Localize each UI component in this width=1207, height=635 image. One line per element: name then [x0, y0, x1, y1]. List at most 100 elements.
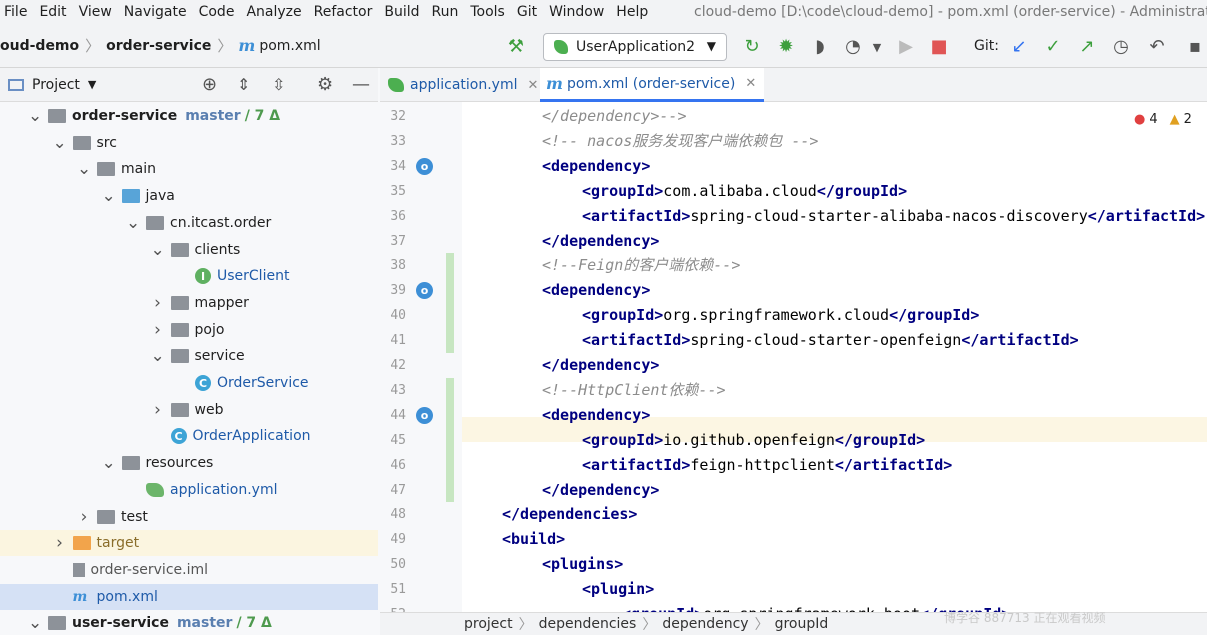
- vcs-change-marker[interactable]: [446, 253, 454, 353]
- minimize-icon[interactable]: —: [352, 74, 370, 95]
- tree-item[interactable]: ⌄ user-service master/ 7 Δ: [0, 610, 378, 635]
- maven-dependency-gutter-icon[interactable]: o: [416, 157, 433, 175]
- line-number: 49: [390, 532, 406, 548]
- menu-run[interactable]: Run: [426, 0, 465, 24]
- chevron-right-icon[interactable]: ›: [151, 293, 165, 313]
- code-line: <artifactId>spring-cloud-starter-openfei…: [462, 328, 1207, 353]
- close-icon[interactable]: ✕: [528, 78, 539, 93]
- tree-item[interactable]: m pom.xml: [0, 583, 378, 610]
- menu-help[interactable]: Help: [610, 0, 654, 24]
- tree-item[interactable]: ⌄ java: [0, 183, 378, 209]
- spring-yml-icon: [388, 78, 404, 92]
- tree-item[interactable]: ⌄ cn.itcast.order: [0, 210, 378, 236]
- tree-item-label: cn.itcast.order: [170, 214, 272, 231]
- line-number: 47: [390, 482, 406, 498]
- coverage-icon[interactable]: ◗: [809, 36, 831, 58]
- line-number: 36: [390, 208, 406, 224]
- project-view-selector[interactable]: Project: [32, 77, 80, 93]
- git-update-icon[interactable]: ↙: [1008, 36, 1030, 58]
- menu-git[interactable]: Git: [511, 0, 543, 24]
- line-number: 35: [390, 183, 406, 199]
- collapse-all-icon[interactable]: ⇳: [272, 75, 285, 94]
- chevron-down-icon[interactable]: ⌄: [77, 161, 91, 178]
- chevron-down-icon[interactable]: ⌄: [28, 615, 42, 632]
- tree-item[interactable]: order-service.iml: [0, 557, 378, 583]
- gear-icon[interactable]: ⚙: [317, 74, 333, 95]
- expand-all-icon[interactable]: ⇕: [237, 75, 250, 94]
- chevron-right-icon[interactable]: ›: [151, 400, 165, 420]
- chevron-down-icon[interactable]: ⌄: [126, 214, 140, 231]
- rollback-icon[interactable]: ↶: [1146, 36, 1168, 58]
- chevron-down-icon[interactable]: ⌄: [102, 188, 116, 205]
- tree-item[interactable]: › target: [0, 530, 378, 557]
- tree-item[interactable]: C OrderApplication: [0, 423, 378, 449]
- maven-icon: m: [238, 36, 256, 55]
- chevron-down-icon[interactable]: ⌄: [151, 348, 165, 365]
- locate-icon[interactable]: ⊕: [202, 74, 217, 95]
- git-commit-icon[interactable]: ✓: [1042, 36, 1064, 58]
- menu-window[interactable]: Window: [543, 0, 610, 24]
- chevron-right-icon[interactable]: ›: [53, 533, 67, 553]
- git-push-icon[interactable]: ↗: [1076, 36, 1098, 58]
- menu-view[interactable]: View: [73, 0, 118, 24]
- menu-code[interactable]: Code: [193, 0, 241, 24]
- build-hammer-icon[interactable]: ⚒: [505, 36, 527, 58]
- tree-item-label: OrderService: [217, 375, 309, 391]
- chevron-down-icon: ▼: [706, 39, 716, 53]
- code-editor[interactable]: ● 4 ▲ 2 </dependency>--> <!-- nacos服务发现客户…: [462, 102, 1207, 612]
- tree-item[interactable]: › pojo: [0, 317, 378, 343]
- tree-item[interactable]: › test: [0, 504, 378, 530]
- tree-item[interactable]: ⌄ resources: [0, 450, 378, 476]
- menu-refactor[interactable]: Refactor: [308, 0, 379, 24]
- breadcrumb-file[interactable]: pom.xml: [259, 38, 320, 54]
- chevron-down-icon[interactable]: ⌄: [28, 108, 42, 125]
- menu-file[interactable]: File: [0, 0, 33, 24]
- tree-item[interactable]: ⌄ order-service master/ 7 Δ: [0, 103, 378, 129]
- vcs-change-marker[interactable]: [446, 377, 454, 503]
- chevron-down-icon[interactable]: ▼: [866, 36, 888, 58]
- folder-icon: [72, 135, 91, 150]
- chevron-down-icon[interactable]: ▼: [88, 78, 96, 91]
- tree-item[interactable]: ⌄ main: [0, 156, 378, 182]
- xml-breadcrumb-item[interactable]: groupId: [775, 616, 829, 632]
- tab-pom-xml[interactable]: m pom.xml (order-service) ✕: [540, 68, 765, 102]
- tree-item[interactable]: › web: [0, 397, 378, 423]
- package-icon: [170, 349, 189, 364]
- breadcrumb-module[interactable]: order-service: [106, 38, 211, 54]
- history-icon[interactable]: ◷: [1110, 36, 1132, 58]
- tree-item-label: java: [145, 188, 175, 205]
- chevron-right-icon[interactable]: ›: [151, 320, 165, 340]
- menu-edit[interactable]: Edit: [33, 0, 72, 24]
- xml-breadcrumb-item[interactable]: dependencies: [539, 616, 637, 632]
- close-icon[interactable]: ✕: [745, 76, 756, 91]
- run-configuration-select[interactable]: UserApplication2 ▼: [543, 33, 727, 61]
- window-title: cloud-demo [D:\code\cloud-demo] - pom.xm…: [694, 4, 1207, 20]
- menu-tools[interactable]: Tools: [464, 0, 511, 24]
- tree-item[interactable]: ⌄ service: [0, 343, 378, 369]
- project-window-icon: [8, 78, 24, 91]
- menu-navigate[interactable]: Navigate: [118, 0, 193, 24]
- more-icon[interactable]: ▪: [1184, 36, 1206, 58]
- chevron-down-icon[interactable]: ⌄: [53, 134, 67, 151]
- tree-item[interactable]: › mapper: [0, 290, 378, 316]
- chevron-right-icon[interactable]: ›: [77, 507, 91, 527]
- chevron-down-icon[interactable]: ⌄: [102, 455, 116, 472]
- breadcrumb-project[interactable]: oud-demo: [0, 38, 79, 54]
- menu-build[interactable]: Build: [378, 0, 425, 24]
- xml-breadcrumb-item[interactable]: project: [464, 616, 513, 632]
- tree-item[interactable]: C OrderService: [0, 370, 378, 396]
- code-line: <!--HttpClient依赖-->: [462, 378, 1207, 403]
- xml-breadcrumb-item[interactable]: dependency: [662, 616, 748, 632]
- tree-item[interactable]: ⌄ src: [0, 130, 378, 156]
- chevron-down-icon[interactable]: ⌄: [151, 241, 165, 258]
- tree-item[interactable]: application.yml: [0, 477, 378, 503]
- menu-analyze[interactable]: Analyze: [240, 0, 307, 24]
- debug-icon[interactable]: ✹: [775, 36, 797, 58]
- tree-item[interactable]: I UserClient: [0, 263, 378, 289]
- tab-application-yml[interactable]: application.yml ✕: [388, 68, 538, 102]
- rerun-icon[interactable]: ↻: [741, 36, 763, 58]
- maven-dependency-gutter-icon[interactable]: o: [416, 406, 433, 424]
- stop-icon[interactable]: ■: [928, 36, 950, 58]
- tree-item[interactable]: ⌄ clients: [0, 237, 378, 263]
- profile-icon[interactable]: ◔: [842, 36, 864, 58]
